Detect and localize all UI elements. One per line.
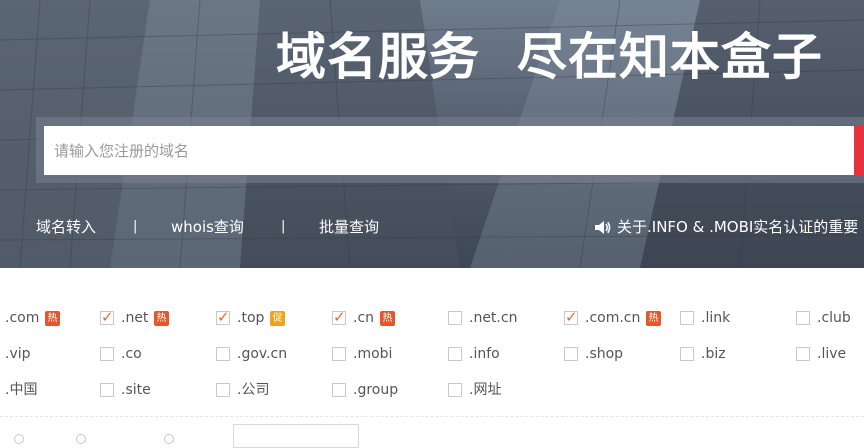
tld-label: .biz bbox=[701, 346, 726, 362]
hero-title: 域名服务 尽在知本盒子 bbox=[276, 28, 823, 86]
tld-label: .gov.cn bbox=[237, 346, 288, 362]
tld-checkbox[interactable]: ✓ bbox=[216, 308, 230, 326]
tld-label: .cn bbox=[353, 310, 375, 326]
tld-checkbox[interactable] bbox=[216, 347, 230, 361]
option-radio[interactable] bbox=[164, 434, 174, 444]
tld-badge: 促 bbox=[270, 311, 285, 326]
tld-checkbox[interactable] bbox=[448, 311, 462, 325]
section-divider bbox=[0, 416, 864, 417]
tld-label: .公司 bbox=[237, 382, 270, 398]
link-separator: | bbox=[133, 219, 138, 234]
tld-badge: 热 bbox=[45, 311, 60, 326]
tld-checkbox[interactable]: ✓ bbox=[100, 308, 114, 326]
speaker-icon bbox=[595, 221, 611, 234]
tld-checkbox[interactable] bbox=[100, 383, 114, 397]
checkmark-icon: ✓ bbox=[101, 308, 114, 326]
tld-label: .net bbox=[121, 310, 149, 326]
tld-label: .mobi bbox=[353, 346, 393, 362]
tld-label: .net.cn bbox=[469, 310, 518, 326]
tld-checkbox[interactable] bbox=[332, 347, 346, 361]
tld-label: .com bbox=[5, 310, 40, 326]
tld-checkbox[interactable] bbox=[100, 347, 114, 361]
batch-lookup-link[interactable]: 批量查询 bbox=[319, 214, 379, 240]
search-button[interactable] bbox=[854, 126, 864, 175]
tld-checkbox[interactable] bbox=[796, 347, 810, 361]
tld-label: .site bbox=[121, 382, 151, 398]
option-button[interactable] bbox=[233, 424, 359, 448]
tld-label: .vip bbox=[5, 346, 31, 362]
notice-link[interactable]: 关于.INFO & .MOBI实名认证的重要 bbox=[594, 214, 858, 240]
tld-label: .中国 bbox=[5, 382, 38, 398]
tld-checkbox[interactable] bbox=[448, 383, 462, 397]
tld-checkbox[interactable] bbox=[680, 311, 694, 325]
checkmark-icon: ✓ bbox=[565, 308, 578, 326]
domain-transfer-link[interactable]: 域名转入 bbox=[36, 214, 96, 240]
tld-label: .club bbox=[817, 310, 851, 326]
bottom-options-row bbox=[0, 424, 864, 448]
tld-label: .shop bbox=[585, 346, 624, 362]
checkmark-icon: ✓ bbox=[333, 308, 346, 326]
tld-label: .info bbox=[469, 346, 500, 362]
whois-lookup-link[interactable]: whois查询 bbox=[171, 214, 244, 240]
domain-search-input[interactable] bbox=[44, 126, 854, 175]
tld-label: .co bbox=[121, 346, 142, 362]
tld-label: .group bbox=[353, 382, 399, 398]
tld-checkbox[interactable] bbox=[216, 383, 230, 397]
tld-label: .top bbox=[237, 310, 265, 326]
tld-label: .live bbox=[817, 346, 847, 362]
tld-checkbox[interactable] bbox=[332, 383, 346, 397]
checkmark-icon: ✓ bbox=[217, 308, 230, 326]
option-radio[interactable] bbox=[14, 434, 24, 444]
tld-checkbox[interactable] bbox=[448, 347, 462, 361]
tld-checkbox[interactable]: ✓ bbox=[332, 308, 346, 326]
option-radio[interactable] bbox=[76, 434, 86, 444]
tld-checkbox[interactable] bbox=[564, 347, 578, 361]
tld-badge: 热 bbox=[380, 311, 395, 326]
tld-checkbox[interactable] bbox=[796, 311, 810, 325]
tld-label: .网址 bbox=[469, 382, 502, 398]
tld-checkbox[interactable] bbox=[680, 347, 694, 361]
tld-label: .com.cn bbox=[585, 310, 641, 326]
notice-text: 关于.INFO & .MOBI实名认证的重要 bbox=[617, 218, 859, 236]
link-separator: | bbox=[281, 219, 286, 234]
tld-checkbox[interactable]: ✓ bbox=[564, 308, 578, 326]
tld-badge: 热 bbox=[646, 311, 661, 326]
tld-badge: 热 bbox=[154, 311, 169, 326]
tld-label: .link bbox=[701, 310, 731, 326]
